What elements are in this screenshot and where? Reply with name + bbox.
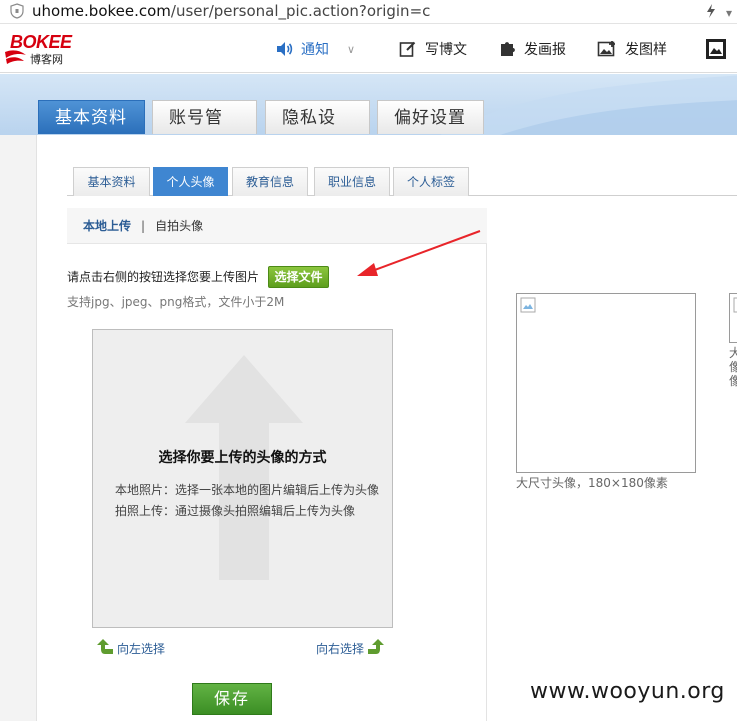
rotate-right-link[interactable]: 向右选择	[316, 636, 388, 660]
site-header: BOKEE 博客网 通知 ∨ 写博文 发画报 发图样	[0, 25, 737, 73]
mode-separator: |	[141, 219, 146, 233]
nav-publish-image[interactable]: 发图样	[597, 25, 667, 73]
band-decoration	[440, 75, 737, 135]
nav-write-blog[interactable]: 写博文	[399, 25, 467, 73]
rotate-right-icon	[368, 639, 385, 654]
lightning-icon[interactable]	[706, 4, 716, 18]
nav-notify-label: 通知	[301, 42, 329, 58]
medium-avatar-preview	[729, 293, 737, 343]
rotate-left-label: 向左选择	[117, 641, 166, 656]
nav-pic-label: 发画报	[524, 42, 566, 58]
image-frame-icon	[706, 39, 726, 59]
rotate-left-icon	[97, 639, 113, 654]
subtab-education[interactable]: 教育信息	[232, 167, 308, 196]
dropdown-icon[interactable]: ▾	[726, 6, 732, 20]
nav-more[interactable]	[705, 25, 727, 73]
nav-publish-pic[interactable]: 发画报	[498, 25, 566, 73]
subtab-basic-info[interactable]: 基本资料	[73, 167, 150, 196]
subtab-career[interactable]: 职业信息	[314, 167, 390, 196]
medium-avatar-label: 大像像	[729, 346, 737, 388]
upload-instruction: 请点击右侧的按钮选择您要上传图片	[67, 270, 260, 284]
tab-privacy[interactable]: 隐私设置	[265, 100, 370, 134]
supported-formats: 支持jpg、jpeg、png格式，文件小于2M	[67, 295, 285, 309]
watermark: www.wooyun.org	[530, 679, 725, 704]
subtab-avatar[interactable]: 个人头像	[153, 167, 228, 196]
bokee-logo[interactable]: BOKEE 博客网	[4, 32, 86, 69]
logo-ribbon-icon	[5, 50, 26, 64]
large-avatar-preview	[516, 293, 696, 473]
tab-account[interactable]: 账号管理	[152, 100, 257, 134]
broken-image-icon	[520, 297, 536, 313]
logo-subtitle: 博客网	[30, 53, 63, 66]
url-host: uhome.bokee.com	[32, 2, 171, 20]
local-upload-link[interactable]: 本地上传	[83, 219, 131, 233]
nav-image-label: 发图样	[625, 42, 667, 58]
upload-mode-switch: 本地上传 | 自拍头像	[67, 208, 487, 244]
preview-local-desc: 本地照片：选择一张本地的图片编辑后上传为头像	[115, 483, 380, 497]
save-button[interactable]: 保存	[192, 683, 272, 715]
nav-notify[interactable]: 通知 ∨	[275, 25, 355, 73]
rotate-right-label: 向右选择	[316, 641, 365, 656]
rotate-left-link[interactable]: 向左选择	[93, 636, 165, 660]
shield-icon	[10, 3, 24, 19]
tab-basic-info[interactable]: 基本资料	[38, 100, 145, 134]
broken-image-icon	[733, 297, 737, 313]
sub-tab-bar: 基本资料 个人头像 教育信息 职业信息 个人标签	[67, 159, 737, 196]
large-avatar-label: 大尺寸头像，180×180像素	[516, 476, 668, 490]
add-image-icon	[597, 41, 615, 57]
tab-preferences[interactable]: 偏好设置	[377, 100, 484, 134]
puzzle-icon	[501, 42, 515, 56]
url-path: /user/personal_pic.action?origin=c	[170, 2, 431, 20]
subtab-tags[interactable]: 个人标签	[393, 167, 469, 196]
preview-camera-desc: 拍照上传：通过摄像头拍照编辑后上传为头像	[115, 504, 356, 518]
edit-icon	[399, 41, 416, 57]
choose-file-button[interactable]: 选择文件	[268, 266, 329, 288]
upload-arrow-icon	[185, 355, 303, 580]
address-bar[interactable]: uhome.bokee.com/user/personal_pic.action…	[0, 0, 737, 24]
settings-tab-bar: 基本资料 账号管理 隐私设置 偏好设置	[0, 74, 737, 135]
left-gutter	[0, 135, 37, 721]
chevron-down-icon: ∨	[347, 42, 356, 56]
page: uhome.bokee.com/user/personal_pic.action…	[0, 0, 737, 721]
speaker-icon	[277, 42, 293, 56]
column-divider	[486, 244, 487, 721]
avatar-edit-area[interactable]: 选择你要上传的头像的方式 本地照片：选择一张本地的图片编辑后上传为头像 拍照上传…	[92, 329, 393, 628]
nav-write-label: 写博文	[425, 42, 467, 58]
preview-title: 选择你要上传的头像的方式	[158, 450, 327, 466]
url-text[interactable]: uhome.bokee.com/user/personal_pic.action…	[32, 2, 430, 20]
self-shot-link[interactable]: 自拍头像	[155, 219, 203, 233]
